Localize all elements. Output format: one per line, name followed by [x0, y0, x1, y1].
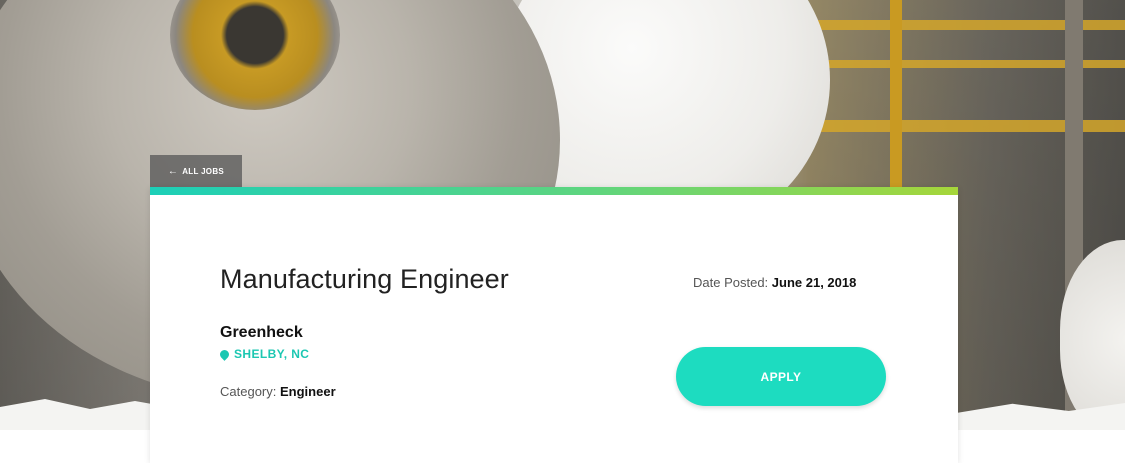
job-title: Manufacturing Engineer	[220, 264, 509, 294]
date-value: June 21, 2018	[771, 275, 857, 290]
category-value: Engineer	[280, 384, 336, 399]
apply-button[interactable]: APPLY	[676, 347, 886, 406]
apply-label: APPLY	[760, 369, 802, 384]
pillar	[890, 0, 902, 200]
all-jobs-label: ALL JOBS	[182, 166, 225, 176]
location-pin-icon	[218, 347, 231, 361]
date-label: Date Posted:	[693, 275, 769, 290]
category-label: Category:	[220, 384, 277, 399]
date-posted: Date Posted: June 21, 2018	[693, 275, 856, 290]
card-accent-bar	[150, 187, 958, 195]
arrow-left-icon: ←	[167, 165, 179, 177]
company-name: Greenheck	[220, 324, 303, 341]
location-label: SHELBY, NC	[234, 347, 310, 361]
job-category: Category: Engineer	[220, 384, 336, 399]
job-card: Manufacturing Engineer Greenheck SHELBY,…	[150, 187, 958, 463]
all-jobs-link[interactable]: ← ALL JOBS	[150, 155, 242, 187]
job-location: SHELBY, NC	[218, 347, 310, 361]
